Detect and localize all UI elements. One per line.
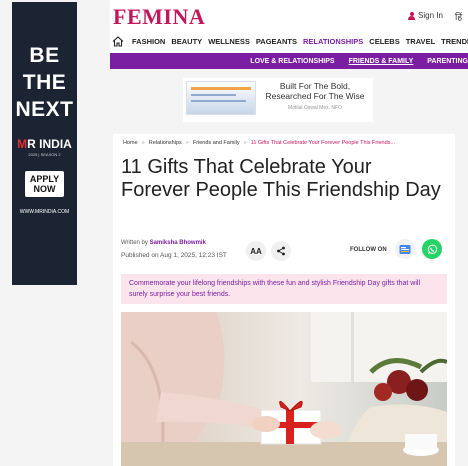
follow-on-label: FOLLOW ON bbox=[350, 247, 387, 253]
gift-photo bbox=[121, 312, 447, 466]
banner-ad[interactable]: Built For The Bold, Researched For The W… bbox=[183, 78, 373, 122]
ad-fineprint: Motilal Oswal Mex. NFO bbox=[288, 105, 342, 111]
ad-thumbnail bbox=[186, 81, 256, 115]
breadcrumb-separator: » bbox=[185, 140, 189, 146]
article-title: 11 Gifts That Celebrate Your Forever Peo… bbox=[121, 156, 441, 201]
breadcrumb-relationships[interactable]: Relationships bbox=[149, 140, 182, 146]
ad-url: WWW.MRINDIA.COM bbox=[19, 209, 70, 215]
ad-headline-line: NEXT bbox=[15, 98, 74, 121]
news-icon bbox=[399, 244, 411, 254]
nav-fashion[interactable]: FASHION bbox=[132, 37, 165, 46]
author-link[interactable]: Samiksha Bhowmik bbox=[150, 240, 206, 246]
language-switch[interactable]: हिं bbox=[455, 10, 462, 23]
article-summary: Commemorate your lifelong friendships wi… bbox=[121, 274, 447, 304]
femina-logo[interactable]: FEMINA bbox=[113, 4, 205, 30]
ad-brand-name: R INDIA bbox=[27, 137, 72, 151]
ad-cta-line: NOW bbox=[33, 184, 56, 194]
article-card: Home» Relationships» Friends and Family» 11… bbox=[113, 134, 455, 466]
whatsapp-button[interactable] bbox=[422, 239, 442, 259]
sign-in-button[interactable]: Sign In bbox=[408, 11, 443, 20]
whatsapp-icon bbox=[427, 244, 437, 254]
nav-trending[interactable]: TRENDING bbox=[441, 37, 468, 46]
breadcrumb: Home» Relationships» Friends and Family» 11… bbox=[123, 140, 395, 146]
ad-brand-prefix: M bbox=[17, 137, 28, 151]
user-icon bbox=[408, 11, 415, 20]
ad-apply-button[interactable]: APPLY NOW bbox=[24, 171, 65, 197]
ad-cta-line: APPLY bbox=[29, 174, 60, 184]
breadcrumb-current: 11 Gifts That Celebrate Your Forever Peo… bbox=[250, 140, 395, 146]
nav-travel[interactable]: TRAVEL bbox=[406, 37, 435, 46]
breadcrumb-friends-family[interactable]: Friends and Family bbox=[193, 140, 240, 146]
side-ad-banner[interactable]: BE THE NEXT MR INDIA 2025 | SEASON 2 APP… bbox=[12, 2, 77, 285]
byline: Written by Samiksha Bhowmik bbox=[121, 240, 206, 246]
publish-date: Published on Aug 1, 2025, 12:23 IST bbox=[121, 252, 227, 259]
share-icon bbox=[277, 246, 285, 256]
subnav-friends-family[interactable]: FRIENDS & FAMILY bbox=[349, 58, 414, 65]
share-button[interactable] bbox=[271, 241, 291, 261]
main-nav: FASHION BEAUTY WELLNESS PAGEANTS RELATIO… bbox=[110, 33, 468, 50]
site-header: FEMINA Sign In हिं FASHION BEAUTY WELLNE… bbox=[110, 0, 468, 53]
nav-celebs[interactable]: CELEBS bbox=[369, 37, 399, 46]
hero-image bbox=[121, 312, 447, 466]
ad-headline: BE THE NEXT bbox=[12, 42, 77, 123]
google-news-button[interactable] bbox=[395, 239, 415, 259]
subnav-love-relationships[interactable]: LOVE & RELATIONSHIPS bbox=[250, 58, 334, 65]
ad-brand: MR INDIA bbox=[12, 137, 77, 151]
nav-beauty[interactable]: BEAUTY bbox=[171, 37, 202, 46]
page: BE THE NEXT MR INDIA 2025 | SEASON 2 APP… bbox=[0, 0, 468, 466]
ad-season: 2025 | SEASON 2 bbox=[28, 152, 61, 157]
home-icon[interactable] bbox=[112, 36, 124, 48]
breadcrumb-home[interactable]: Home bbox=[123, 140, 138, 146]
ad-headline-line: BE bbox=[29, 44, 60, 67]
sub-nav: LOVE & RELATIONSHIPS FRIENDS & FAMILY PA… bbox=[110, 53, 468, 69]
nav-wellness[interactable]: WELLNESS bbox=[208, 37, 250, 46]
subnav-parenting[interactable]: PARENTING bbox=[427, 58, 468, 65]
ad-headline-line: THE bbox=[22, 71, 67, 94]
breadcrumb-separator: » bbox=[243, 140, 247, 146]
ad-tagline: Researched For The Wise bbox=[265, 91, 365, 101]
nav-pageants[interactable]: PAGEANTS bbox=[256, 37, 297, 46]
nav-relationships[interactable]: RELATIONSHIPS bbox=[303, 37, 363, 46]
written-by-label: Written by bbox=[121, 240, 148, 246]
breadcrumb-separator: » bbox=[141, 140, 145, 146]
sign-in-label: Sign In bbox=[418, 11, 443, 20]
font-size-button[interactable]: AA bbox=[246, 241, 266, 261]
ad-tagline: Built For The Bold, bbox=[279, 81, 351, 91]
